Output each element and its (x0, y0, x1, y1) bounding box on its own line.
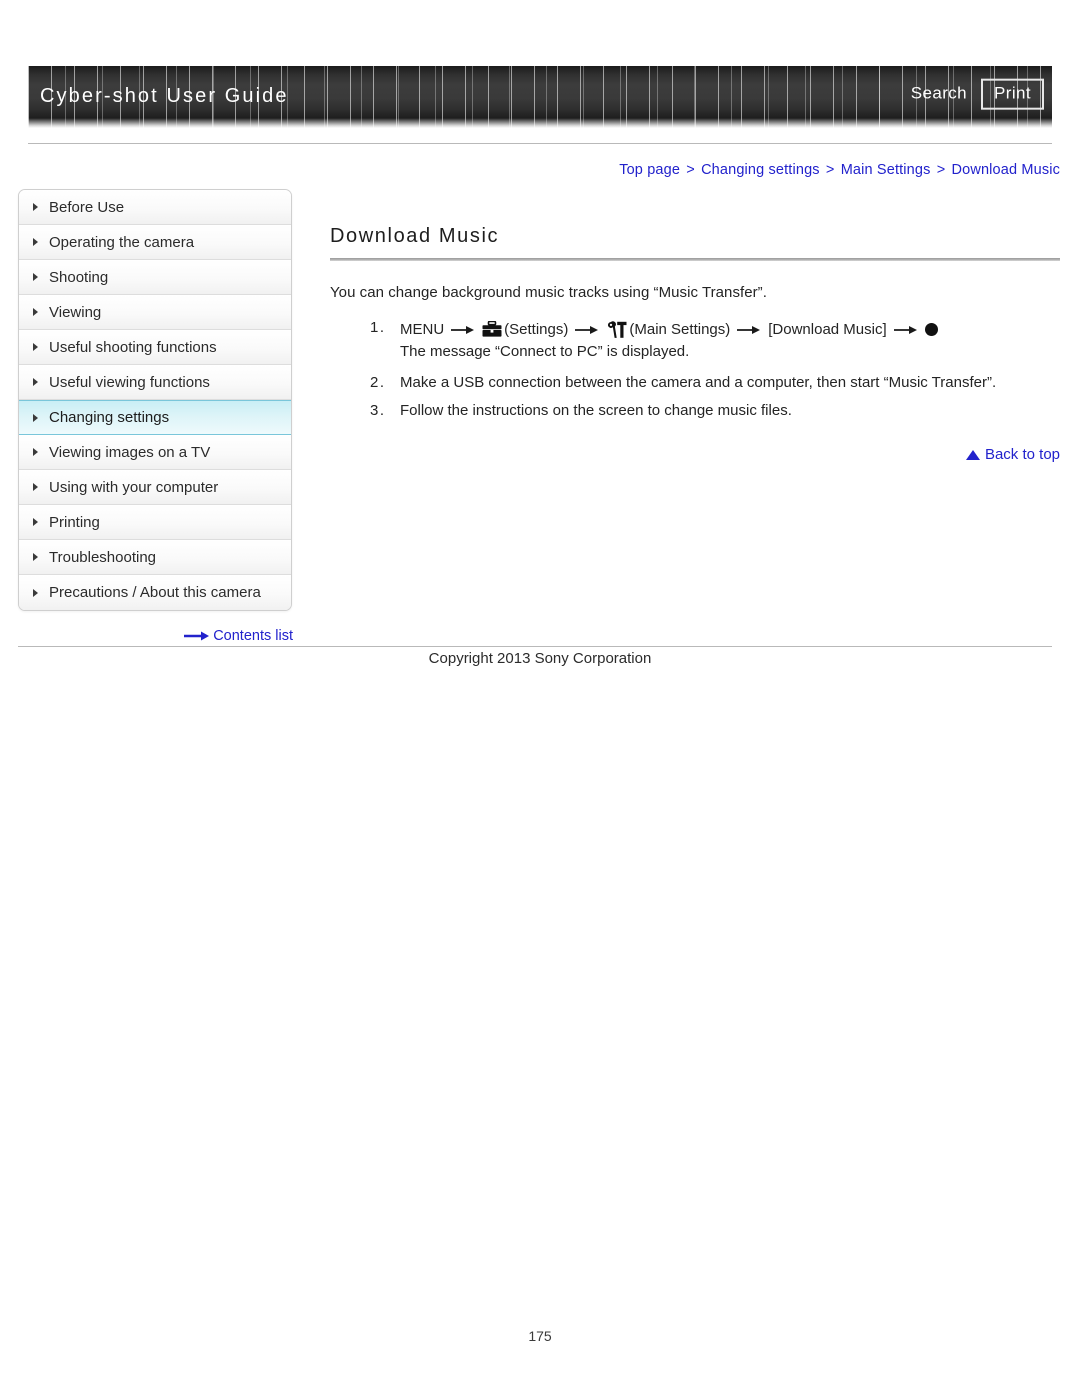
breadcrumb-item-changing-settings[interactable]: Changing settings (701, 162, 820, 178)
sidebar-item-useful-shooting-functions[interactable]: Useful shooting functions (19, 330, 291, 365)
arrow-right-icon (737, 324, 761, 336)
sidebar-item-using-with-your-computer[interactable]: Using with your computer (19, 470, 291, 505)
step-item-2: 2. Make a USB connection between the cam… (370, 374, 1060, 391)
main-settings-label: (Main Settings) (629, 321, 731, 338)
triangle-right-icon (33, 413, 38, 422)
breadcrumb-separator: > (825, 162, 835, 178)
step-number: 1. (370, 319, 386, 336)
contents-list-link[interactable]: Contents list (18, 628, 293, 644)
sidebar-item-label: Using with your computer (49, 478, 219, 496)
step-item-1: 1. MENU (Settings) (Main Settings) [Down… (370, 319, 1060, 363)
step-menu-path: MENU (Settings) (Main Settings) [Downloa… (400, 319, 1060, 341)
sidebar-item-label: Useful viewing functions (49, 373, 210, 391)
sidebar-item-label: Viewing (49, 303, 102, 321)
sidebar-item-label: Operating the camera (49, 233, 195, 251)
back-to-top-label: Back to top (984, 446, 1060, 463)
page-number: 175 (528, 1328, 552, 1344)
breadcrumb-separator: > (686, 162, 695, 178)
main-content: Download Music You can change background… (330, 225, 1060, 430)
triangle-right-icon (33, 553, 38, 561)
triangle-right-icon (33, 238, 38, 246)
search-button[interactable]: Search (911, 84, 967, 104)
triangle-right-icon (33, 448, 38, 456)
menu-label: MENU (400, 321, 445, 338)
breadcrumb-item-main-settings[interactable]: Main Settings (841, 162, 931, 178)
triangle-right-icon (33, 308, 38, 316)
sidebar-item-label: Shooting (49, 268, 109, 286)
sidebar-item-troubleshooting[interactable]: Troubleshooting (19, 540, 291, 575)
contents-list-label: Contents list (213, 628, 293, 644)
copyright-text: Copyright 2013 Sony Corporation (428, 650, 652, 667)
steps-list: 1. MENU (Settings) (Main Settings) [Down… (330, 319, 1060, 419)
arrow-right-icon (451, 324, 475, 336)
arrow-right-icon (184, 630, 210, 642)
step-number: 2. (370, 373, 386, 391)
sidebar-item-label: Useful shooting functions (49, 338, 217, 356)
sidebar-item-label: Precautions / About this camera (49, 584, 261, 601)
triangle-right-icon (33, 343, 38, 351)
step-item-3: 3. Follow the instructions on the screen… (370, 402, 1060, 419)
triangle-right-icon (33, 588, 38, 597)
sidebar-item-viewing[interactable]: Viewing (19, 295, 291, 330)
sidebar-item-useful-viewing-functions[interactable]: Useful viewing functions (19, 365, 291, 400)
step-number: 3. (370, 401, 386, 419)
page-title: Download Music (330, 225, 500, 247)
triangle-right-icon (33, 378, 38, 386)
sidebar-item-viewing-images-on-a-tv[interactable]: Viewing images on a TV (19, 435, 291, 470)
header-banner: Cyber-shot User Guide Search Print (28, 66, 1052, 128)
triangle-right-icon (33, 483, 38, 491)
sidebar-item-label: Printing (49, 513, 100, 531)
title-divider (330, 258, 1060, 261)
sidebar-item-before-use[interactable]: Before Use (19, 190, 291, 225)
triangle-right-icon (33, 273, 38, 281)
arrow-right-icon (575, 324, 599, 336)
footer-divider (18, 646, 1052, 647)
sidebar-item-label: Before Use (49, 198, 125, 216)
header-divider (28, 143, 1052, 144)
toolbox-settings-icon (482, 321, 502, 338)
center-button-icon (924, 323, 938, 337)
step-sub-text: The message “Connect to PC” is displayed… (400, 342, 690, 360)
arrow-right-icon (893, 324, 918, 336)
wrench-hammer-main-settings-icon (606, 321, 627, 339)
triangle-right-icon (33, 203, 38, 211)
breadcrumb: Top page > Changing settings > Main Sett… (619, 162, 1060, 178)
sidebar-item-printing[interactable]: Printing (19, 505, 291, 540)
sidebar-item-precautions-about-this-camera[interactable]: Precautions / About this camera (19, 575, 291, 610)
sidebar-item-changing-settings[interactable]: Changing settings (19, 400, 291, 435)
triangle-right-icon (33, 518, 38, 526)
breadcrumb-separator: > (936, 162, 946, 178)
download-music-menu-label: [Download Music] (768, 321, 887, 338)
intro-paragraph: You can change background music tracks u… (330, 284, 767, 301)
step-text: Make a USB connection between the camera… (400, 373, 997, 391)
step-body: MENU (Settings) (Main Settings) [Downloa… (400, 319, 1060, 363)
sidebar-navigation: Before Use Operating the camera Shooting… (18, 189, 292, 611)
sidebar-item-label: Changing settings (49, 409, 170, 426)
sidebar-item-shooting[interactable]: Shooting (19, 260, 291, 295)
back-to-top-link[interactable]: Back to top (330, 446, 1060, 463)
sidebar-item-label: Troubleshooting (49, 548, 157, 566)
sidebar-item-label: Viewing images on a TV (49, 443, 211, 461)
app-title: Cyber-shot User Guide (40, 85, 289, 108)
breadcrumb-item-download-music[interactable]: Download Music (952, 162, 1060, 178)
triangle-up-icon (965, 449, 980, 460)
step-text: Follow the instructions on the screen to… (400, 401, 792, 419)
settings-label: (Settings) (504, 321, 569, 338)
sidebar-item-operating-the-camera[interactable]: Operating the camera (19, 225, 291, 260)
header-actions: Search Print (911, 78, 1044, 110)
print-button[interactable]: Print (981, 78, 1044, 110)
breadcrumb-item-top-page[interactable]: Top page (619, 162, 680, 178)
